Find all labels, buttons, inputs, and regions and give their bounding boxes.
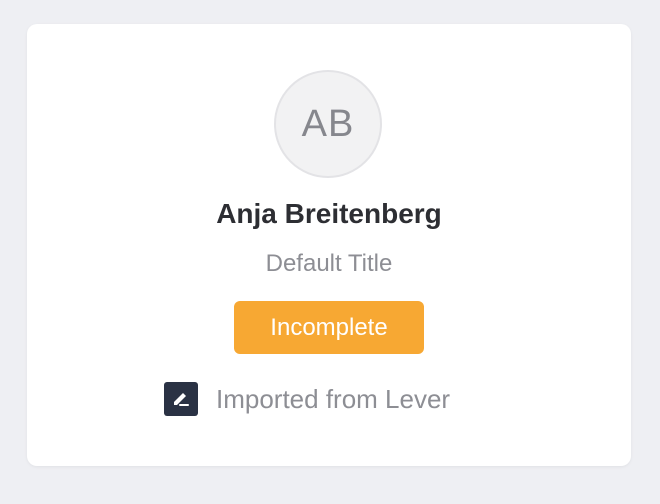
lever-icon	[164, 382, 198, 416]
avatar: AB	[274, 70, 382, 178]
profile-title: Default Title	[265, 250, 393, 277]
status-badge: Incomplete	[234, 301, 424, 354]
import-source: Imported from Lever	[164, 381, 450, 417]
profile-name: Anja Breitenberg	[216, 198, 442, 229]
import-source-label: Imported from Lever	[216, 383, 451, 414]
avatar-initials: AB	[301, 102, 355, 145]
status-badge-label: Incomplete	[270, 313, 388, 341]
profile-card: AB Anja Breitenberg Default Title Incomp…	[27, 24, 631, 466]
